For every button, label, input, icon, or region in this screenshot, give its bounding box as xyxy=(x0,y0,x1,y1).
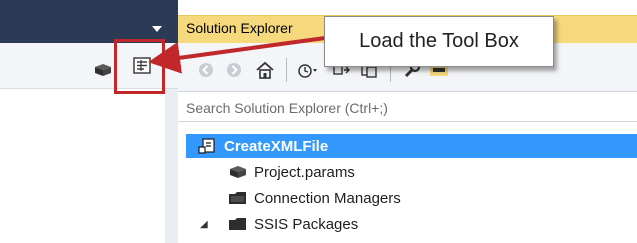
callout-box: Load the Tool Box xyxy=(324,16,554,67)
params-icon xyxy=(228,163,248,181)
expander-triangle-icon[interactable]: ◢ xyxy=(200,219,228,230)
tree-item-label: SSIS Packages xyxy=(254,215,359,233)
toolbox-button[interactable] xyxy=(130,56,154,80)
package-icon[interactable] xyxy=(94,63,112,77)
project-icon xyxy=(198,137,218,155)
toolbox-icon xyxy=(132,56,152,80)
tree-item-connection-managers[interactable]: Connection Managers xyxy=(186,186,637,210)
folder-icon xyxy=(228,215,248,233)
tree-item-createxmlfile[interactable]: CreateXMLFile xyxy=(186,134,637,158)
tree-item-project-params[interactable]: Project.params xyxy=(186,160,637,184)
tree-item-label: Project.params xyxy=(254,163,355,181)
tree-item-label: CreateXMLFile xyxy=(224,137,329,155)
tree-item-ssis-packages[interactable]: ◢ SSIS Packages xyxy=(186,212,637,236)
pane-splitter[interactable] xyxy=(165,89,178,243)
callout-text: Load the Tool Box xyxy=(359,30,519,52)
tree-item-label: Connection Managers xyxy=(254,189,401,207)
folder-icon xyxy=(228,189,248,207)
callout-arrow xyxy=(148,36,326,74)
ide-header-bar xyxy=(0,0,178,43)
search-solution-explorer-input[interactable] xyxy=(186,98,626,118)
designer-pane xyxy=(0,89,178,243)
